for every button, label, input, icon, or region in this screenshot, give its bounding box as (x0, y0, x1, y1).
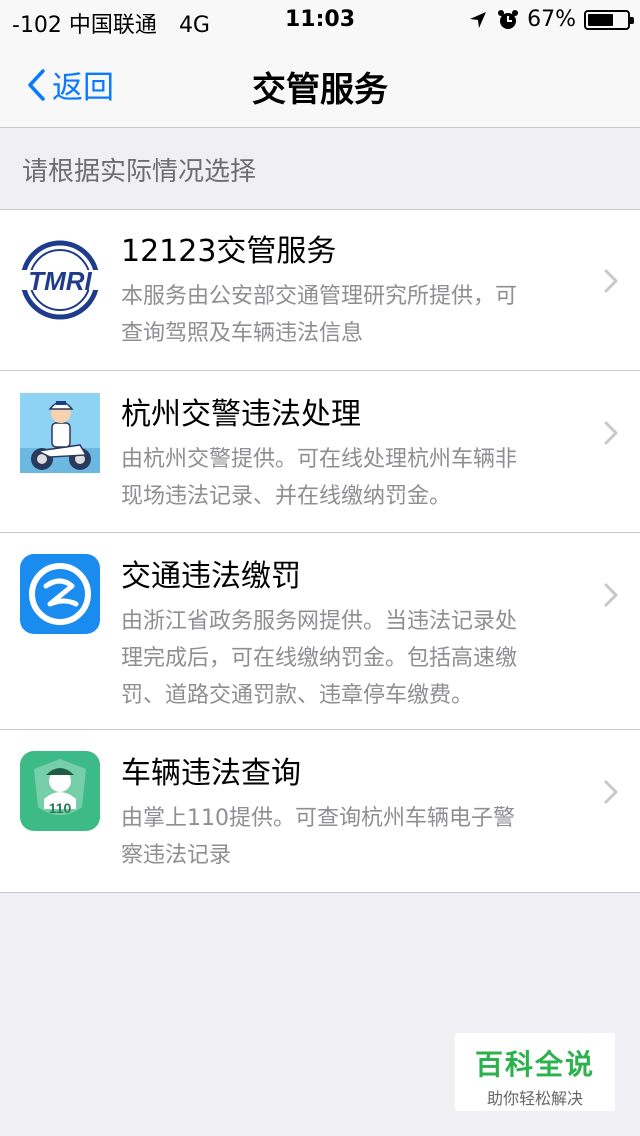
service-text: 交通违法缴罚 由浙江省政务服务网提供。当违法记录处 理完成后，可在线缴纳罚金。包… (121, 557, 570, 714)
chevron-right-icon (604, 269, 618, 293)
service-description: 由浙江省政务服务网提供。当违法记录处 理完成后，可在线缴纳罚金。包括高速缴 罚、… (121, 603, 570, 714)
service-description-line: 察违法记录 (121, 843, 232, 868)
service-description-line: 现场违法记录、并在线缴纳罚金。 (121, 484, 452, 509)
location-arrow-icon (470, 11, 487, 28)
service-title: 杭州交警违法处理 (121, 397, 361, 432)
service-row-hangzhou-police[interactable]: 杭州交警违法处理 由杭州交警提供。可在线处理杭州车辆非 现场违法记录、并在线缴纳… (0, 371, 640, 533)
service-list: TMRI 12123交管服务 本服务由公安部交通管理研究所提供，可 查询驾照及车… (0, 209, 640, 893)
navigation-bar: 返回 交管服务 (0, 40, 640, 128)
service-row-12123[interactable]: TMRI 12123交管服务 本服务由公安部交通管理研究所提供，可 查询驾照及车… (0, 210, 640, 371)
tmri-logo-text: TMRI (28, 266, 92, 296)
service-title: 12123交管服务 (121, 234, 337, 269)
chevron-right-icon (604, 421, 618, 445)
service-description-line: 理完成后，可在线缴纳罚金。包括高速缴 (121, 646, 518, 671)
battery-fill (588, 13, 614, 26)
service-description: 本服务由公安部交通管理研究所提供，可 查询驾照及车辆违法信息 (121, 278, 570, 352)
service-description-line: 由掌上110提供。可查询杭州车辆电子警 (121, 806, 515, 831)
service-title: 车辆违法查询 (121, 756, 301, 791)
service-description: 由杭州交警提供。可在线处理杭州车辆非 现场违法记录、并在线缴纳罚金。 (121, 441, 570, 515)
section-header: 请根据实际情况选择 (22, 157, 257, 187)
service-description-line: 由浙江省政务服务网提供。当违法记录处 (121, 609, 518, 634)
status-right: 67% (467, 7, 634, 32)
watermark-logo: 百科全说 助你轻松解决 (455, 1033, 615, 1111)
watermark-sub: 助你轻松解决 (486, 1089, 583, 1108)
service-description-line: 罚、道路交通罚款、违章停车缴费。 (121, 683, 474, 708)
service-title: 交通违法缴罚 (121, 559, 301, 594)
service-description-line: 由杭州交警提供。可在线处理杭州车辆非 (121, 447, 518, 472)
alarm-clock-icon (498, 9, 519, 29)
tmri-logo-icon: TMRI (20, 240, 100, 320)
service-text: 车辆违法查询 由掌上110提供。可查询杭州车辆电子警 察违法记录 (121, 754, 570, 874)
page-title: 交管服务 (252, 70, 388, 110)
status-bar: -102 中国联通 4G 11:03 67% (0, 0, 640, 40)
service-row-traffic-fine[interactable]: 交通违法缴罚 由浙江省政务服务网提供。当违法记录处 理完成后，可在线缴纳罚金。包… (0, 533, 640, 730)
service-description-line: 本服务由公安部交通管理研究所提供，可 (121, 284, 518, 309)
service-text: 杭州交警违法处理 由杭州交警提供。可在线处理杭州车辆非 现场违法记录、并在线缴纳… (121, 395, 570, 515)
service-description-line: 查询驾照及车辆违法信息 (121, 321, 364, 346)
chevron-right-icon (604, 780, 618, 804)
battery-percent: 67% (527, 7, 576, 32)
traffic-police-motorcycle-icon (20, 393, 100, 473)
police-110-badge-icon: 110 (20, 751, 100, 831)
watermark-main: 百科全说 (474, 1048, 595, 1081)
police-110-badge-text: 110 (49, 800, 72, 816)
service-text: 12123交管服务 本服务由公安部交通管理研究所提供，可 查询驾照及车辆违法信息 (121, 232, 570, 352)
service-description: 由掌上110提供。可查询杭州车辆电子警 察违法记录 (121, 800, 570, 874)
service-row-vehicle-query[interactable]: 110 车辆违法查询 由掌上110提供。可查询杭州车辆电子警 察违法记录 (0, 730, 640, 892)
battery-icon (584, 9, 634, 30)
zhejiang-gov-service-icon (20, 554, 100, 634)
chevron-right-icon (604, 583, 618, 607)
